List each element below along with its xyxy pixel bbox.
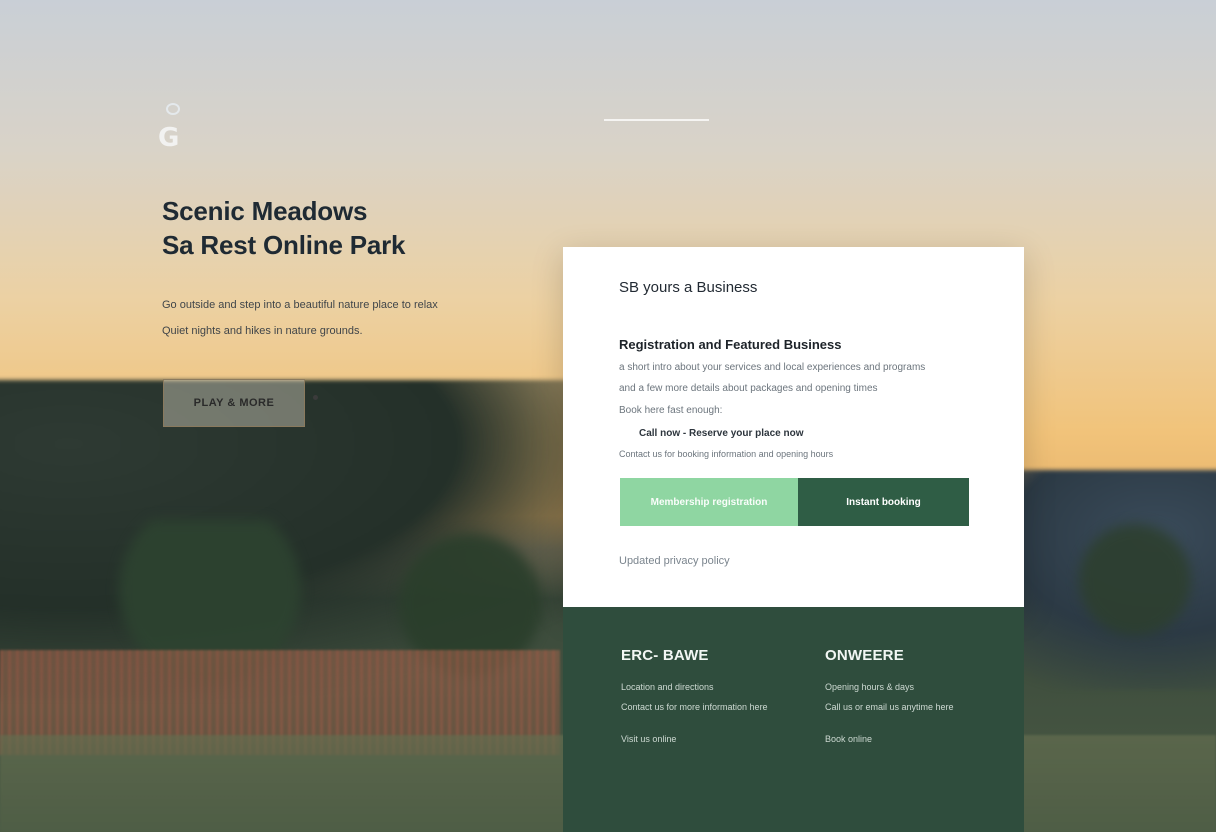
logo-mark-icon <box>166 103 180 115</box>
hero-cta-button[interactable]: PLAY & MORE <box>163 379 305 427</box>
card-text-line-2: and a few more details about packages an… <box>619 383 878 394</box>
footer-right-row-2[interactable]: Call us or email us anytime here <box>825 702 1025 712</box>
footer-right-heading: ONWEERE <box>825 647 904 664</box>
footer-column-left: ERC- BAWE Location and directions Contac… <box>621 647 821 744</box>
hero-subtitle: Go outside and step into a beautiful nat… <box>162 292 522 344</box>
footer-right-row-3[interactable]: Book online <box>825 734 1025 744</box>
card-footnote-link[interactable]: Updated privacy policy <box>619 555 730 567</box>
top-divider <box>604 119 709 121</box>
card-text-line-4: Call now - Reserve your place now <box>639 428 804 439</box>
footer-left-row-3[interactable]: Visit us online <box>621 734 821 744</box>
footer-column-right: ONWEERE Opening hours & days Call us or … <box>825 647 1025 744</box>
logo-letter-icon: G <box>158 123 180 153</box>
card-text-line-5: Contact us for booking information and o… <box>619 449 834 459</box>
hero-title: Scenic Meadows Sa Rest Online Park <box>162 194 542 262</box>
card-heading: Registration and Featured Business <box>619 337 842 352</box>
brand-logo: G <box>158 103 188 153</box>
hero-title-line-2: Sa Rest Online Park <box>162 230 406 260</box>
registration-button[interactable]: Membership registration <box>620 478 798 526</box>
hero-subtitle-line-2: Quiet nights and hikes in nature grounds… <box>162 325 363 337</box>
hero-dot-indicator <box>313 395 318 400</box>
card-footer: ERC- BAWE Location and directions Contac… <box>563 607 1024 832</box>
footer-left-row-1[interactable]: Location and directions <box>621 682 821 692</box>
footer-left-heading: ERC- BAWE <box>621 647 709 664</box>
hero-title-line-1: Scenic Meadows <box>162 196 368 226</box>
booking-button[interactable]: Instant booking <box>798 478 969 526</box>
footer-left-row-2[interactable]: Contact us for more information here <box>621 702 821 712</box>
card-text-line-3: Book here fast enough: <box>619 405 723 416</box>
info-card: SB yours a Business Registration and Fea… <box>563 247 1024 607</box>
card-button-group: Membership registration Instant booking <box>620 478 969 526</box>
hero-subtitle-line-1: Go outside and step into a beautiful nat… <box>162 299 438 311</box>
card-text-line-1: a short intro about your services and lo… <box>619 362 926 373</box>
card-title: SB yours a Business <box>619 279 758 296</box>
footer-right-row-1[interactable]: Opening hours & days <box>825 682 1025 692</box>
